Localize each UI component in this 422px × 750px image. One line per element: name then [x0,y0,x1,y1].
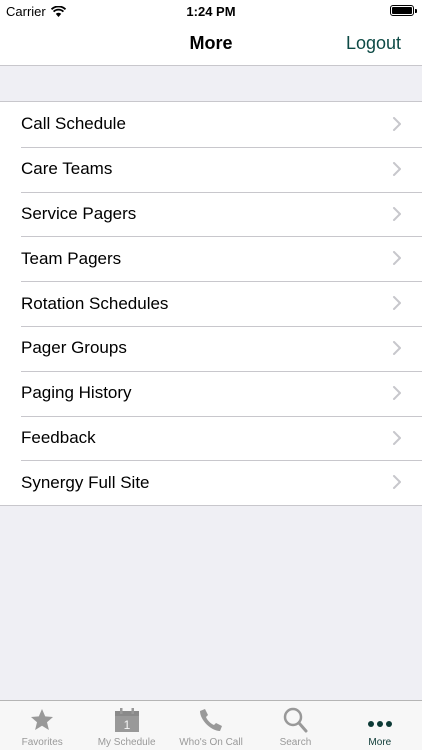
menu-item-label: Paging History [21,383,132,403]
menu-item-pager-groups[interactable]: Pager Groups [0,325,422,371]
status-bar: Carrier 1:24 PM [0,0,422,22]
chevron-right-icon [393,296,401,311]
chevron-right-icon [393,385,401,400]
menu-item-synergy-full-site[interactable]: Synergy Full Site [0,460,422,505]
chevron-right-icon [393,475,401,490]
menu-list: Call Schedule Care Teams Service Pagers Tea… [0,101,422,507]
star-icon [31,709,54,730]
logout-button[interactable]: Logout [346,33,401,54]
search-icon [284,707,308,733]
menu-item-service-pagers[interactable]: Service Pagers [0,191,422,237]
chevron-right-icon [393,430,401,445]
menu-item-label: Service Pagers [21,203,137,223]
menu-item-label: Rotation Schedules [21,293,169,313]
tab-more[interactable]: More [338,701,422,750]
battery-icon [390,5,417,16]
tab-bar: Favorites 1 My Schedule Who's On Call Search… [0,700,422,750]
tab-whos-on-call[interactable]: Who's On Call [169,701,253,750]
chevron-right-icon [393,206,401,221]
menu-item-label: Call Schedule [21,114,126,134]
menu-item-team-pagers[interactable]: Team Pagers [0,236,422,281]
status-time: 1:24 PM [186,4,236,19]
tab-label: More [368,737,392,748]
more-icon [367,721,392,727]
chevron-right-icon [393,117,401,131]
menu-item-call-schedule[interactable]: Call Schedule [0,102,422,147]
tab-label: My Schedule [97,737,156,748]
tab-label: Favorites [21,737,63,748]
tab-label: Search [279,737,312,748]
calendar-day-number: 1 [123,718,130,732]
tab-search[interactable]: Search [253,701,337,750]
tab-favorites[interactable]: Favorites [0,701,84,750]
calendar-icon: 1 [114,708,139,732]
phone-icon [200,709,223,731]
menu-item-paging-history[interactable]: Paging History [0,370,422,416]
navigation-bar: More Logout [0,22,422,66]
menu-item-care-teams[interactable]: Care Teams [0,146,422,192]
tab-label: Who's On Call [179,737,243,748]
battery-fill [392,7,412,14]
menu-item-label: Synergy Full Site [21,472,150,492]
menu-item-feedback[interactable]: Feedback [0,415,422,461]
chevron-right-icon [393,251,401,266]
menu-item-label: Care Teams [21,159,113,179]
menu-item-label: Team Pagers [21,248,122,268]
tab-my-schedule[interactable]: 1 My Schedule [84,701,168,750]
chevron-right-icon [393,161,401,176]
chevron-right-icon [393,340,401,355]
menu-item-rotation-schedules[interactable]: Rotation Schedules [0,281,422,326]
menu-item-label: Feedback [21,427,96,447]
menu-item-label: Pager Groups [21,338,127,358]
